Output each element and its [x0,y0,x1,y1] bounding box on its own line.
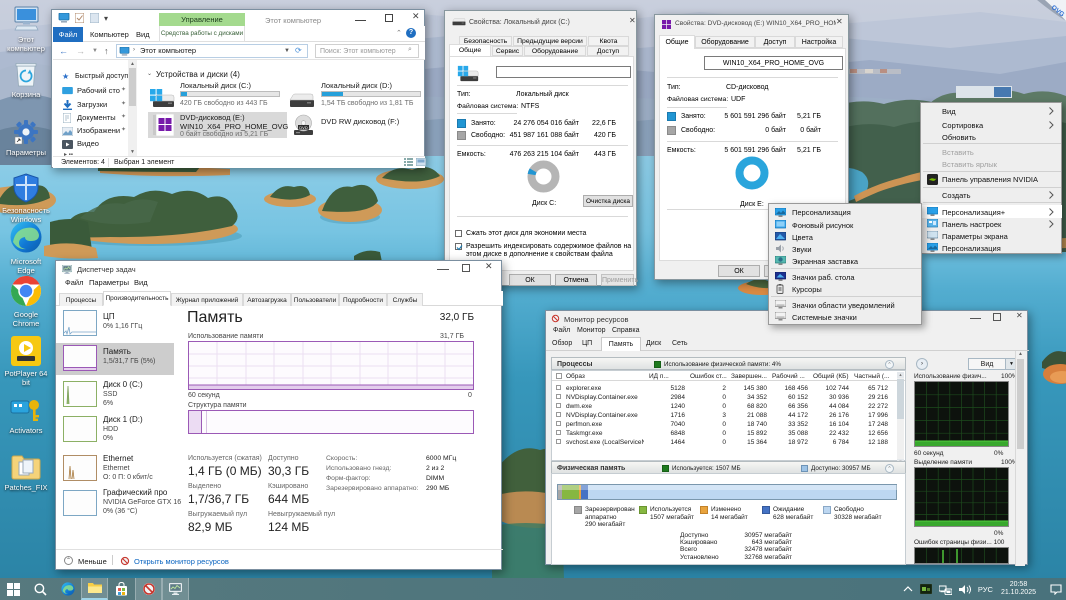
svg-text:DVD: DVD [299,125,308,130]
